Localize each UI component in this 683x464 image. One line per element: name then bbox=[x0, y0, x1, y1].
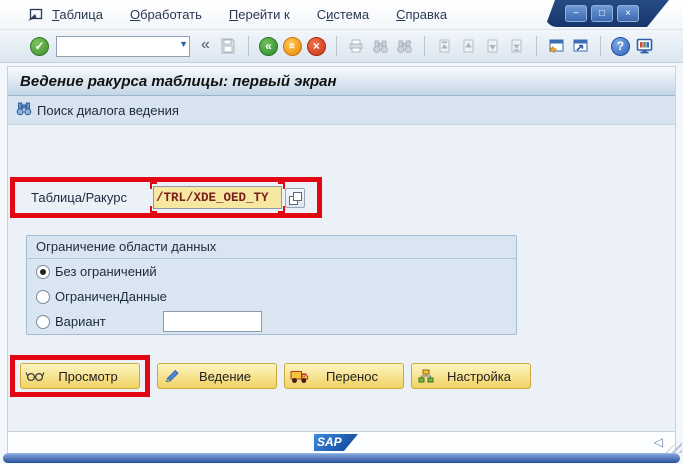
action-buttons-row: Просмотр Ведение bbox=[10, 355, 531, 397]
menu-edit[interactable]: Обработать bbox=[130, 7, 202, 22]
new-session-icon[interactable] bbox=[547, 37, 566, 56]
menu-system[interactable]: Система bbox=[317, 7, 369, 22]
truck-icon bbox=[289, 368, 309, 384]
pencil-icon bbox=[162, 368, 182, 384]
data-restriction-groupbox: Ограничение области данных Без ограничен… bbox=[26, 235, 517, 335]
previous-page-icon[interactable] bbox=[459, 37, 478, 56]
selection-corner bbox=[278, 182, 285, 189]
radio-restricted-data[interactable] bbox=[36, 290, 50, 304]
customizing-button[interactable]: Настройка bbox=[411, 363, 531, 389]
menu-help[interactable]: Справка bbox=[396, 7, 447, 22]
first-page-icon[interactable] bbox=[435, 37, 454, 56]
find-dialog-binoculars-icon bbox=[16, 101, 32, 119]
last-page-icon[interactable] bbox=[507, 37, 526, 56]
back-icon[interactable]: « bbox=[259, 37, 278, 56]
next-page-icon[interactable] bbox=[483, 37, 502, 56]
enter-icon[interactable]: ✓ bbox=[30, 37, 49, 56]
selection-corner bbox=[150, 182, 157, 189]
status-collapse-icon[interactable]: ◁ bbox=[654, 435, 663, 449]
application-toolbar: Поиск диалога ведения bbox=[8, 96, 675, 125]
standard-toolbar: ✓ ▼ « « « × bbox=[0, 30, 683, 63]
control-menu-icon[interactable] bbox=[26, 7, 44, 23]
minimize-button[interactable]: − bbox=[565, 5, 587, 22]
cancel-icon[interactable]: × bbox=[307, 37, 326, 56]
chevron-down-icon[interactable]: ▼ bbox=[179, 39, 188, 49]
toolbar-separator bbox=[600, 36, 601, 56]
radio-row-variant: Вариант bbox=[27, 309, 516, 334]
collapse-toolbar-icon[interactable]: « bbox=[201, 36, 210, 54]
toolbar-separator bbox=[336, 36, 337, 56]
groupbox-title: Ограничение области данных bbox=[27, 236, 516, 259]
menu-goto[interactable]: Перейти к bbox=[229, 7, 290, 22]
table-view-label: Таблица/Ракурс bbox=[31, 190, 153, 205]
find-next-icon[interactable] bbox=[395, 37, 414, 56]
value-help-icon[interactable] bbox=[285, 188, 305, 208]
create-shortcut-icon[interactable] bbox=[571, 37, 590, 56]
radio-no-restriction[interactable] bbox=[36, 265, 50, 279]
maintain-button[interactable]: Ведение bbox=[157, 363, 277, 389]
window-bottom-border bbox=[3, 453, 680, 463]
command-input[interactable] bbox=[56, 36, 190, 57]
close-button[interactable]: × bbox=[617, 5, 639, 22]
toolbar-separator bbox=[248, 36, 249, 56]
sap-logo: SAP bbox=[314, 434, 358, 451]
find-icon[interactable] bbox=[371, 37, 390, 56]
customize-layout-icon[interactable] bbox=[635, 37, 654, 56]
status-bar: SAP ◁ bbox=[7, 432, 676, 453]
glasses-icon bbox=[25, 368, 45, 384]
menu-table[interactable]: Таблица bbox=[52, 7, 103, 22]
table-view-input[interactable] bbox=[153, 186, 282, 209]
command-field[interactable]: ▼ bbox=[56, 36, 190, 57]
radio-variant[interactable] bbox=[36, 315, 50, 329]
exit-icon[interactable]: « bbox=[283, 37, 302, 56]
variant-input[interactable] bbox=[163, 311, 262, 332]
radio-row-restricted-data: ОграниченДанные bbox=[27, 284, 516, 309]
hierarchy-icon bbox=[416, 368, 436, 384]
display-button[interactable]: Просмотр bbox=[20, 363, 140, 389]
radio-row-no-restriction: Без ограничений bbox=[27, 259, 516, 284]
help-icon[interactable]: ? bbox=[611, 37, 630, 56]
selection-corner bbox=[278, 206, 285, 213]
table-view-field[interactable] bbox=[153, 186, 282, 209]
selection-corner bbox=[150, 206, 157, 213]
toolbar-separator bbox=[536, 36, 537, 56]
transport-button[interactable]: Перенос bbox=[284, 363, 404, 389]
sap-gui-window: Таблица Обработать Перейти к Система Спр… bbox=[0, 0, 683, 464]
dynpro-screen: Ведение ракурса таблицы: первый экран По… bbox=[7, 66, 676, 432]
print-icon[interactable] bbox=[347, 37, 366, 56]
find-dialog-button[interactable]: Поиск диалога ведения bbox=[37, 103, 179, 118]
screen-title: Ведение ракурса таблицы: первый экран bbox=[8, 67, 675, 96]
table-view-annotation-box: Таблица/Ракурс bbox=[10, 177, 322, 218]
radio-no-restriction-label: Без ограничений bbox=[55, 264, 157, 279]
display-button-annotation-box: Просмотр bbox=[10, 355, 150, 397]
save-icon[interactable] bbox=[219, 37, 238, 56]
toolbar-separator bbox=[424, 36, 425, 56]
radio-variant-label: Вариант bbox=[55, 314, 106, 329]
radio-restricted-data-label: ОграниченДанные bbox=[55, 289, 167, 304]
maximize-button[interactable]: □ bbox=[591, 5, 613, 22]
